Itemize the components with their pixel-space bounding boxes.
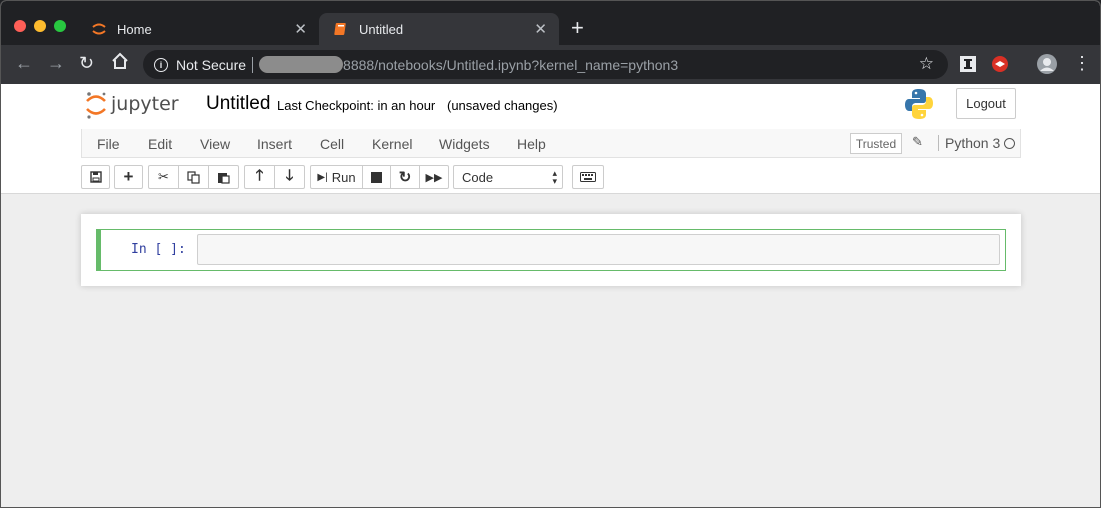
close-window-button[interactable] xyxy=(14,20,26,32)
profile-avatar-icon[interactable] xyxy=(1037,54,1057,79)
cell-prompt: In [ ]: xyxy=(131,242,186,257)
restart-button[interactable]: ↻ xyxy=(390,165,420,189)
info-icon[interactable]: i xyxy=(154,57,168,72)
cell-type-value: Code xyxy=(462,169,494,185)
checkpoint-status: Last Checkpoint: in an hour xyxy=(277,98,436,113)
forward-icon[interactable]: → xyxy=(47,53,65,74)
extension-bird-icon[interactable] xyxy=(991,55,1009,78)
kernel-name: Python 3 xyxy=(938,135,1000,151)
tab-home[interactable]: Home ✕ xyxy=(77,13,319,45)
code-input[interactable] xyxy=(197,234,1000,265)
select-arrows-icon: ▴ ▾ xyxy=(552,168,557,186)
cut-button[interactable]: ✂ xyxy=(148,165,179,189)
run-button[interactable]: ▶| Run xyxy=(310,165,363,189)
save-status: (unsaved changes) xyxy=(447,98,558,113)
url-text: 8888/notebooks/Untitled.ipynb?kernel_nam… xyxy=(343,56,679,73)
paste-icon xyxy=(218,172,230,184)
fast-forward-icon: ▶▶ xyxy=(425,171,443,184)
tab-label: Home xyxy=(117,21,152,37)
home-icon[interactable] xyxy=(111,52,129,75)
move-down-button[interactable]: 🡓 xyxy=(274,165,305,189)
tab-untitled[interactable]: Untitled ✕ xyxy=(319,13,559,45)
arrow-down-icon: 🡓 xyxy=(285,166,294,184)
insert-cell-button[interactable]: + xyxy=(114,165,143,189)
stop-icon xyxy=(371,171,382,183)
menu-help[interactable]: Help xyxy=(517,136,546,152)
python-logo-icon xyxy=(905,89,933,119)
tab-strip: Home ✕ Untitled ✕ + xyxy=(1,1,1100,45)
notebook-favicon-icon xyxy=(333,21,349,37)
browser-toolbar: ← → ↻ i Not Secure 8888/notebooks/Untitl… xyxy=(1,45,1100,84)
copy-icon xyxy=(187,170,200,184)
bookmark-star-icon[interactable]: ☆ xyxy=(919,54,934,74)
trusted-indicator[interactable]: Trusted xyxy=(850,133,902,154)
extension-i-icon[interactable] xyxy=(959,55,977,78)
notebook-title[interactable]: Untitled xyxy=(206,93,270,115)
back-icon[interactable]: ← xyxy=(15,53,33,74)
menu-cell[interactable]: Cell xyxy=(320,136,344,152)
paste-button[interactable] xyxy=(208,165,239,189)
browser-window: Home ✕ Untitled ✕ + ← → ↻ i Not Secure 8… xyxy=(0,0,1101,508)
jupyter-header: jupyter Untitled Last Checkpoint: in an … xyxy=(1,84,1100,129)
jupyter-favicon-icon xyxy=(91,21,107,37)
jupyter-logo-icon[interactable]: jupyter xyxy=(85,90,195,120)
copy-button[interactable] xyxy=(178,165,209,189)
menu-view[interactable]: View xyxy=(200,136,230,152)
move-up-button[interactable]: 🡑 xyxy=(244,165,275,189)
menubar: File Edit View Insert Cell Kernel Widget… xyxy=(81,129,1021,158)
restart-run-all-button[interactable]: ▶▶ xyxy=(419,165,449,189)
run-label: Run xyxy=(331,169,356,185)
zoom-window-button[interactable] xyxy=(54,20,66,32)
edit-pencil-icon[interactable]: ✎ xyxy=(912,134,923,150)
logo-text: jupyter xyxy=(110,93,179,115)
code-cell[interactable]: In [ ]: xyxy=(96,229,1006,271)
tab-label: Untitled xyxy=(359,21,404,37)
save-button[interactable] xyxy=(81,165,110,189)
floppy-disk-icon xyxy=(89,171,102,183)
interrupt-button[interactable] xyxy=(362,165,391,189)
menu-widgets[interactable]: Widgets xyxy=(439,136,490,152)
step-forward-icon: ▶| xyxy=(317,171,328,183)
menu-edit[interactable]: Edit xyxy=(148,136,172,152)
separator xyxy=(252,56,254,73)
command-palette-button[interactable] xyxy=(572,165,604,189)
new-tab-icon[interactable]: + xyxy=(571,15,584,41)
menu-kernel[interactable]: Kernel xyxy=(372,136,412,152)
browser-menu-icon[interactable]: ⋮ xyxy=(1073,53,1091,74)
menu-file[interactable]: File xyxy=(97,136,120,152)
minimize-window-button[interactable] xyxy=(34,20,46,32)
reload-icon[interactable]: ↻ xyxy=(79,53,94,74)
plus-icon: + xyxy=(123,167,134,186)
notebook-container: In [ ]: xyxy=(81,214,1021,286)
kernel-idle-indicator-icon xyxy=(1004,138,1015,149)
redacted-host xyxy=(259,56,344,73)
keyboard-icon xyxy=(580,172,596,182)
cell-type-select[interactable]: Code ▴ ▾ xyxy=(453,165,563,189)
close-tab-icon[interactable]: ✕ xyxy=(294,20,307,38)
restart-icon: ↻ xyxy=(398,169,412,186)
security-label: Not Secure xyxy=(176,56,247,73)
menu-insert[interactable]: Insert xyxy=(257,136,292,152)
arrow-up-icon: 🡑 xyxy=(255,166,264,184)
close-tab-icon[interactable]: ✕ xyxy=(534,20,547,38)
scissors-icon: ✂ xyxy=(158,169,169,184)
address-bar[interactable]: i Not Secure 8888/notebooks/Untitled.ipy… xyxy=(143,50,948,79)
logout-button[interactable]: Logout xyxy=(956,88,1016,119)
